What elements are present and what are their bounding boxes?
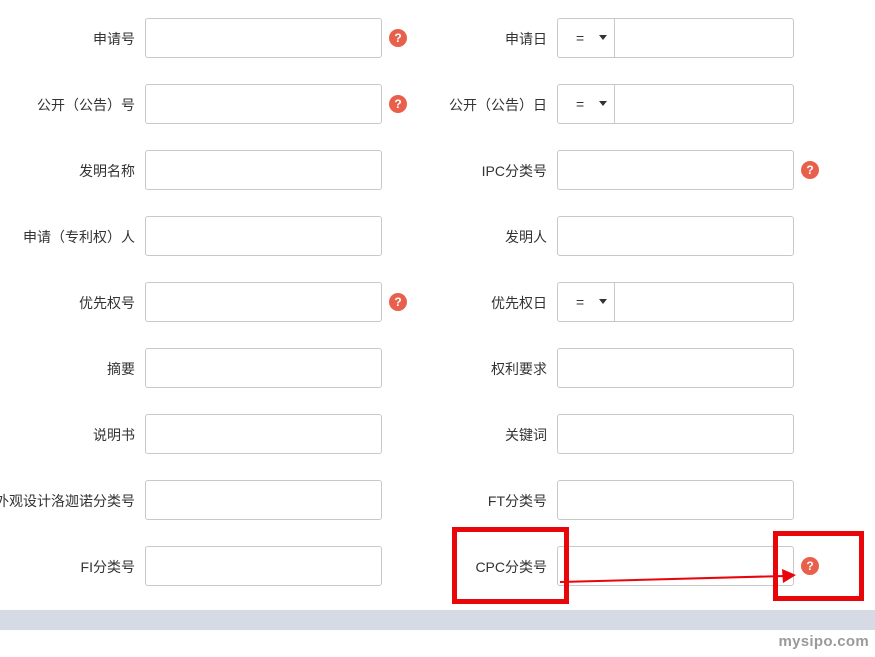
description-input[interactable] (145, 414, 382, 454)
priority-number-label: 优先权号 (79, 295, 135, 311)
search-form: 申请号 ? 申请日 = 公开（公告）号 ? 公开（公告）日 = 发明名称 IPC… (0, 0, 875, 610)
priority-date-label: 优先权日 (491, 295, 547, 311)
inventor-input[interactable] (557, 216, 794, 256)
help-icon[interactable]: ? (801, 161, 819, 179)
publication-number-label: 公开（公告）号 (37, 97, 135, 113)
form-row-applicant: 申请（专利权）人 发明人 (0, 216, 875, 258)
description-label: 说明书 (93, 427, 135, 443)
claims-label: 权利要求 (491, 361, 547, 377)
form-row-description: 说明书 关键词 (0, 414, 875, 456)
locarno-class-label: 外观设计洛迦诺分类号 (0, 493, 135, 509)
claims-input[interactable] (557, 348, 794, 388)
publication-date-input[interactable] (615, 85, 791, 123)
priority-date-operator-select[interactable]: = (558, 283, 615, 321)
help-icon[interactable]: ? (389, 29, 407, 47)
ft-class-input[interactable] (557, 480, 794, 520)
application-number-input[interactable] (145, 18, 382, 58)
applicant-input[interactable] (145, 216, 382, 256)
application-date-label: 申请日 (505, 31, 547, 47)
form-row-priority-number: 优先权号 ? 优先权日 = (0, 282, 875, 324)
locarno-class-input[interactable] (145, 480, 382, 520)
caret-down-icon (599, 299, 607, 304)
keywords-input[interactable] (557, 414, 794, 454)
fi-class-input[interactable] (145, 546, 382, 586)
priority-date-input[interactable] (615, 283, 791, 321)
help-icon[interactable]: ? (389, 293, 407, 311)
applicant-label: 申请（专利权）人 (23, 229, 135, 245)
priority-date-field: = (557, 282, 794, 322)
cpc-class-label: CPC分类号 (475, 559, 547, 575)
operator-value: = (576, 30, 585, 46)
application-date-input[interactable] (615, 19, 791, 57)
application-number-label: 申请号 (93, 31, 135, 47)
invention-title-input[interactable] (145, 150, 382, 190)
application-date-operator-select[interactable]: = (558, 19, 615, 57)
ft-class-label: FT分类号 (487, 493, 547, 509)
invention-title-label: 发明名称 (79, 163, 135, 179)
ipc-class-input[interactable] (557, 150, 794, 190)
caret-down-icon (599, 101, 607, 106)
ipc-class-label: IPC分类号 (481, 163, 547, 179)
caret-down-icon (599, 35, 607, 40)
application-date-field: = (557, 18, 794, 58)
fi-class-label: FI分类号 (80, 559, 135, 575)
help-icon[interactable]: ? (801, 557, 819, 575)
watermark: mysipo.com (778, 633, 869, 650)
cpc-class-input[interactable] (557, 546, 794, 586)
publication-date-operator-select[interactable]: = (558, 85, 615, 123)
publication-number-input[interactable] (145, 84, 382, 124)
form-row-abstract: 摘要 权利要求 (0, 348, 875, 390)
footer-bar (0, 610, 875, 630)
form-row-application-number: 申请号 ? 申请日 = (0, 18, 875, 60)
abstract-label: 摘要 (107, 361, 135, 377)
form-row-publication-number: 公开（公告）号 ? 公开（公告）日 = (0, 84, 875, 126)
publication-date-field: = (557, 84, 794, 124)
operator-value: = (576, 96, 585, 112)
priority-number-input[interactable] (145, 282, 382, 322)
form-row-locarno-class: 外观设计洛迦诺分类号 FT分类号 (0, 480, 875, 522)
publication-date-label: 公开（公告）日 (449, 97, 547, 113)
abstract-input[interactable] (145, 348, 382, 388)
operator-value: = (576, 294, 585, 310)
help-icon[interactable]: ? (389, 95, 407, 113)
inventor-label: 发明人 (505, 229, 547, 245)
form-row-fi-class: FI分类号 CPC分类号 ? (0, 546, 875, 588)
keywords-label: 关键词 (505, 427, 547, 443)
form-row-invention-title: 发明名称 IPC分类号 ? (0, 150, 875, 192)
